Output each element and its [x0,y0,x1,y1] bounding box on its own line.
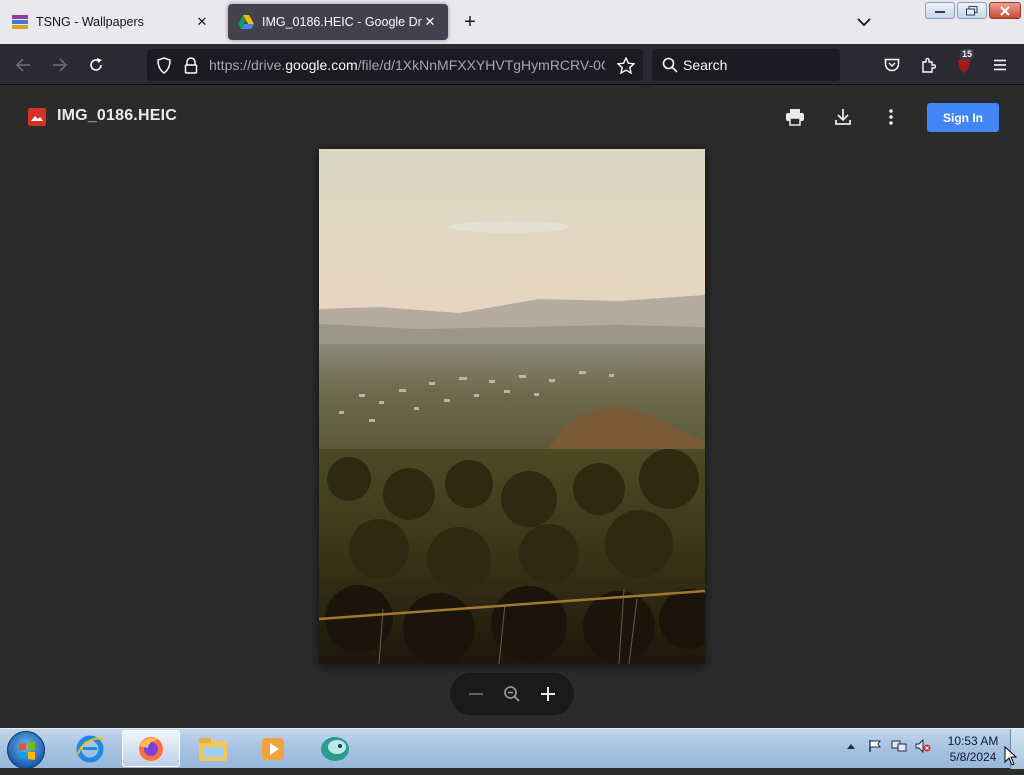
search-placeholder: Search [683,57,728,73]
clock-date: 5/8/2024 [949,750,997,764]
zoom-out-button[interactable] [462,680,490,708]
reload-icon[interactable] [83,52,109,78]
mouse-cursor-icon [1004,746,1018,766]
tab-strip: TSNG - Wallpapers ✕ IMG_0186.HEIC - Goog… [0,0,1024,44]
image-preview [319,149,705,664]
url-text: https://drive.google.com/file/d/1XkNnMFX… [209,57,605,73]
tab-tsng-wallpapers[interactable]: TSNG - Wallpapers ✕ [2,4,220,40]
taskbar-media-player[interactable] [244,730,302,767]
forward-icon[interactable] [47,52,73,78]
bookmark-star-icon[interactable] [613,52,639,78]
windows-logo-icon [19,742,35,760]
file-name: IMG_0186.HEIC [57,107,177,124]
show-hidden-icons-icon[interactable] [842,737,860,755]
blocked-count-badge: 15 [960,49,975,60]
drive-file-viewer: IMG_0186.HEIC Sign In [0,85,1024,728]
taskbar-file-explorer[interactable] [184,730,242,767]
list-all-tabs-icon[interactable] [852,12,876,32]
winrar-icon [12,14,28,30]
close-window-button[interactable] [989,2,1021,19]
app-icon [321,736,349,761]
system-tray [842,737,932,755]
tab-title: TSNG - Wallpapers [36,15,144,29]
close-tab-icon[interactable]: ✕ [194,14,210,30]
file-explorer-icon [199,737,227,761]
back-icon[interactable] [10,52,36,78]
system-clock[interactable]: 10:53 AM 5/8/2024 [942,733,1004,765]
tracking-protection-icon[interactable] [151,52,177,78]
image-file-icon [28,108,46,126]
window-controls [925,2,1021,19]
more-options-icon[interactable] [877,103,905,131]
menu-icon[interactable] [987,52,1013,78]
print-icon[interactable] [781,103,809,131]
url-bar[interactable]: https://drive.google.com/file/d/1XkNnMFX… [147,49,643,81]
navigation-toolbar: https://drive.google.com/file/d/1XkNnMFX… [0,44,1024,85]
pocket-icon[interactable] [879,52,905,78]
volume-muted-icon[interactable] [914,737,932,755]
action-center-flag-icon[interactable] [866,737,884,755]
zoom-in-button[interactable] [534,680,562,708]
url-prefix: https://drive. [209,57,286,73]
taskbar-internet-explorer[interactable] [61,730,119,767]
search-icon [657,52,683,78]
restore-button[interactable] [957,2,987,19]
close-tab-icon[interactable]: ✕ [422,14,438,30]
url-path: /file/d/1XkNnMFXXYHVTgHymRCRV-0C( [357,57,605,73]
tab-title: IMG_0186.HEIC - Google Drive [262,15,422,29]
extensions-icon[interactable] [915,52,941,78]
firefox-icon [139,736,163,761]
sign-in-button[interactable]: Sign In [927,103,999,132]
minimize-button[interactable] [925,2,955,19]
network-icon[interactable] [890,737,908,755]
zoom-controls [450,673,574,715]
tab-google-drive[interactable]: IMG_0186.HEIC - Google Drive ✕ [228,4,448,40]
search-input[interactable]: Search [652,49,840,81]
new-tab-button[interactable]: + [458,10,482,34]
zoom-reset-icon[interactable] [498,680,526,708]
url-host: google.com [285,57,358,73]
taskbar-app[interactable] [306,730,364,767]
clock-time: 10:53 AM [947,734,999,748]
start-button[interactable] [7,731,45,769]
internet-explorer-icon [76,735,104,762]
google-drive-icon [238,14,254,30]
lock-icon[interactable] [178,52,204,78]
taskbar-firefox[interactable] [122,730,180,767]
download-icon[interactable] [829,103,857,131]
media-player-icon [262,737,284,760]
windows-taskbar: 10:53 AM 5/8/2024 [0,728,1024,769]
